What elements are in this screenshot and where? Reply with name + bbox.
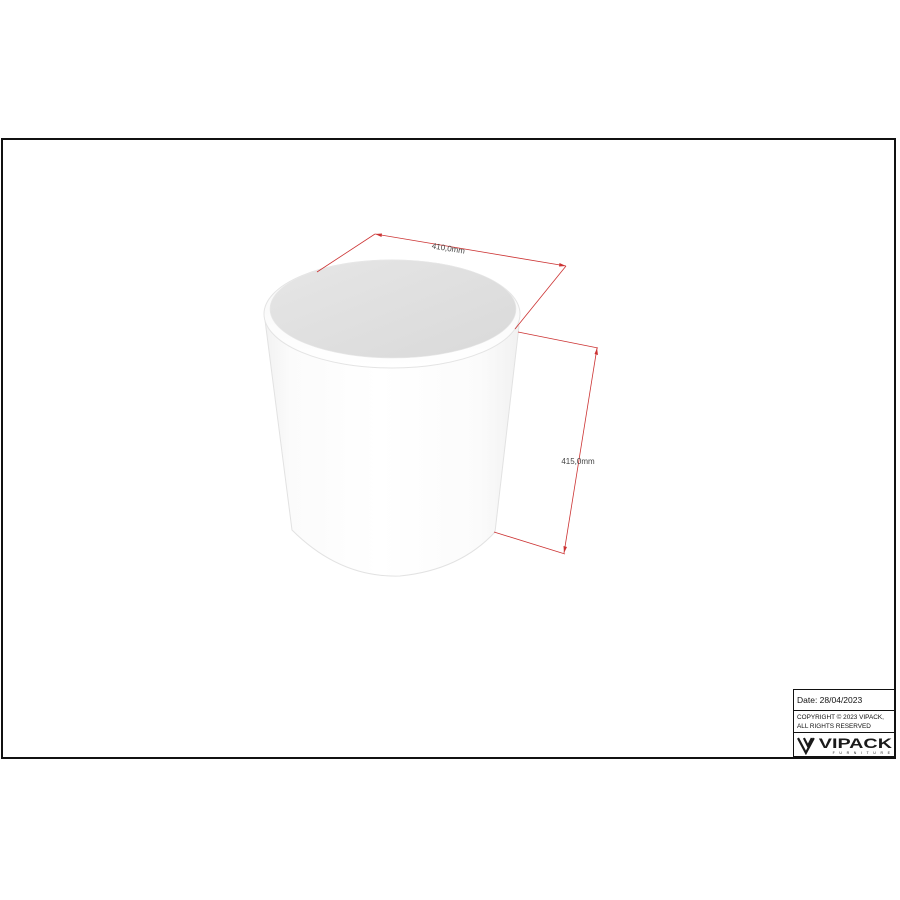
copyright-line-1: COPYRIGHT © 2023 VIPACK, bbox=[797, 714, 884, 721]
copyright-line-2: ALL RIGHTS RESERVED bbox=[797, 723, 871, 730]
vipack-logo: VIPACK FURNITURE bbox=[794, 733, 894, 756]
vipack-logo-text: VIPACK bbox=[819, 735, 893, 750]
cylinder-object bbox=[263, 259, 521, 577]
height-dimension-label: 415,0mm bbox=[561, 457, 595, 466]
drawing-sheet: 410,0mm 415,0mm bbox=[1, 138, 896, 759]
cylinder-top bbox=[269, 259, 517, 359]
vipack-logo-subtext: FURNITURE bbox=[833, 750, 891, 754]
width-dimension-label: 410,0mm bbox=[431, 241, 466, 255]
date-label: Date: 28/04/2023 bbox=[794, 690, 894, 711]
title-block: Date: 28/04/2023 COPYRIGHT © 2023 VIPACK… bbox=[793, 689, 895, 757]
vipack-logo-mark bbox=[797, 737, 815, 755]
copyright-notice: COPYRIGHT © 2023 VIPACK, ALL RIGHTS RESE… bbox=[794, 711, 894, 733]
